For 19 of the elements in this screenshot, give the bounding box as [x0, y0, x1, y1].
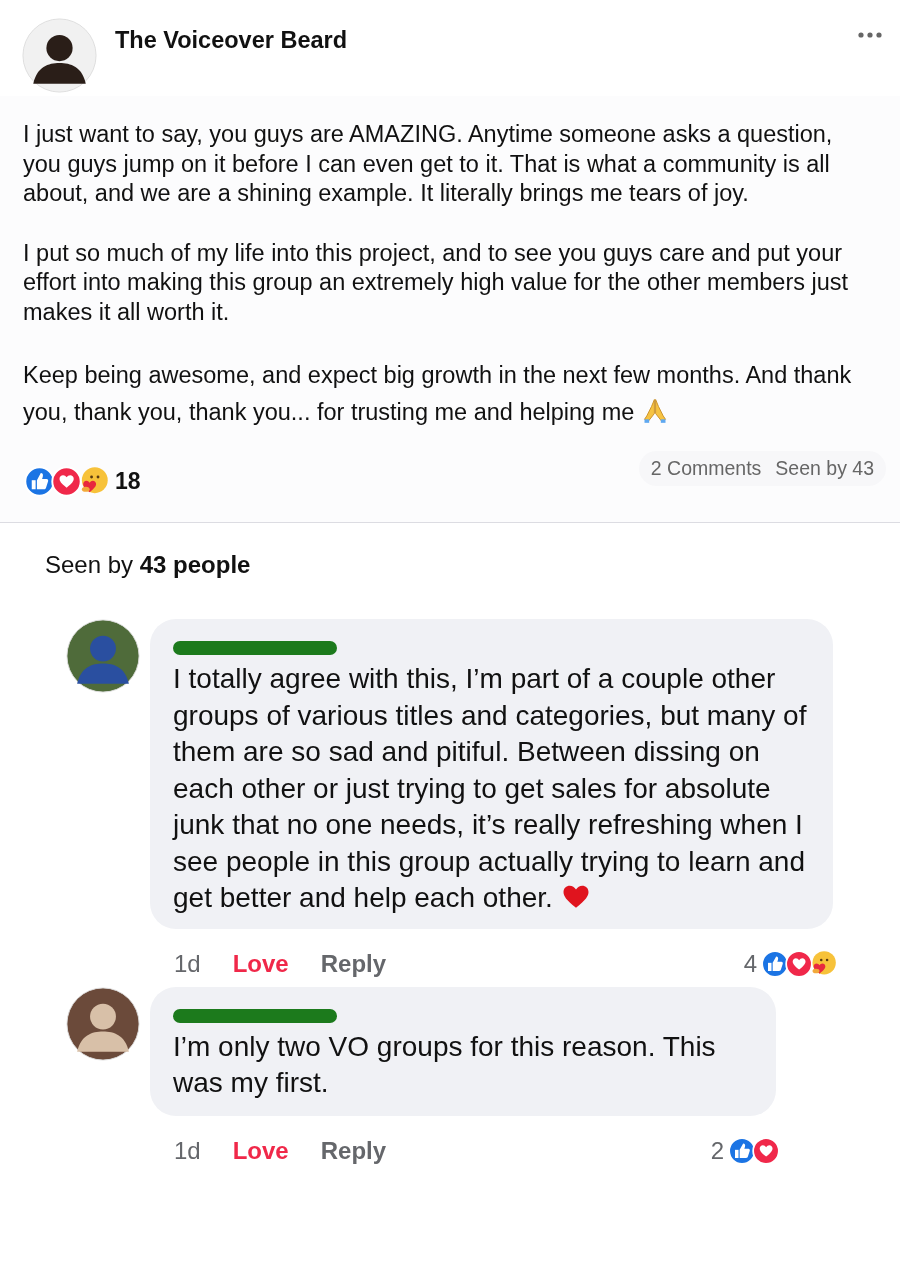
reaction-count: 4	[743, 949, 757, 978]
seen-by-count[interactable]: Seen by 43	[775, 457, 874, 480]
more-icon[interactable]	[858, 32, 882, 38]
comment-text: I’m only two VO groups for this reason. This was my first.	[173, 1029, 717, 1100]
comment-time: 1d	[174, 1136, 201, 1165]
comments-count[interactable]: 2 Comments	[650, 457, 762, 480]
post-paragraph: I put so much of my life into this project, and to see you guys care and put your effort into making this group an extremely high value for the other members just makes it all worth it.	[23, 238, 850, 327]
love-link[interactable]: Love	[232, 1136, 289, 1165]
love-link[interactable]: Love	[232, 949, 289, 978]
reaction-count: 18	[115, 468, 141, 495]
author-name: The Voiceover Beard	[115, 27, 349, 54]
seen-by-text: Seen by 43 people	[44, 550, 252, 580]
post-paragraph: Keep being awesome, and expect big growth in the next few months. And thank you, thank you, thank you... for trusting me and helping me	[23, 361, 853, 427]
reaction-count: 2	[710, 1136, 724, 1165]
reply-link[interactable]: Reply	[320, 949, 387, 978]
comment-text: I totally agree with this, I’m part of a couple other groups of various titles and categories, but many of them are so sad and pitiful. Between dissing on each other or just trying to get sales for absolute junk that no one needs, it’s really refreshing when I see people in this group actually trying to learn and get better and help each other.	[173, 662, 808, 915]
post-paragraph: I just want to say, you guys are AMAZING. Anytime someone asks a question, you guys jump on it before I can even get to it. That is what a community is all about, and we are a shining example. It literally brings me tears of joy.	[23, 120, 834, 208]
reply-link[interactable]: Reply	[320, 1136, 387, 1165]
comment-time: 1d	[174, 949, 201, 978]
